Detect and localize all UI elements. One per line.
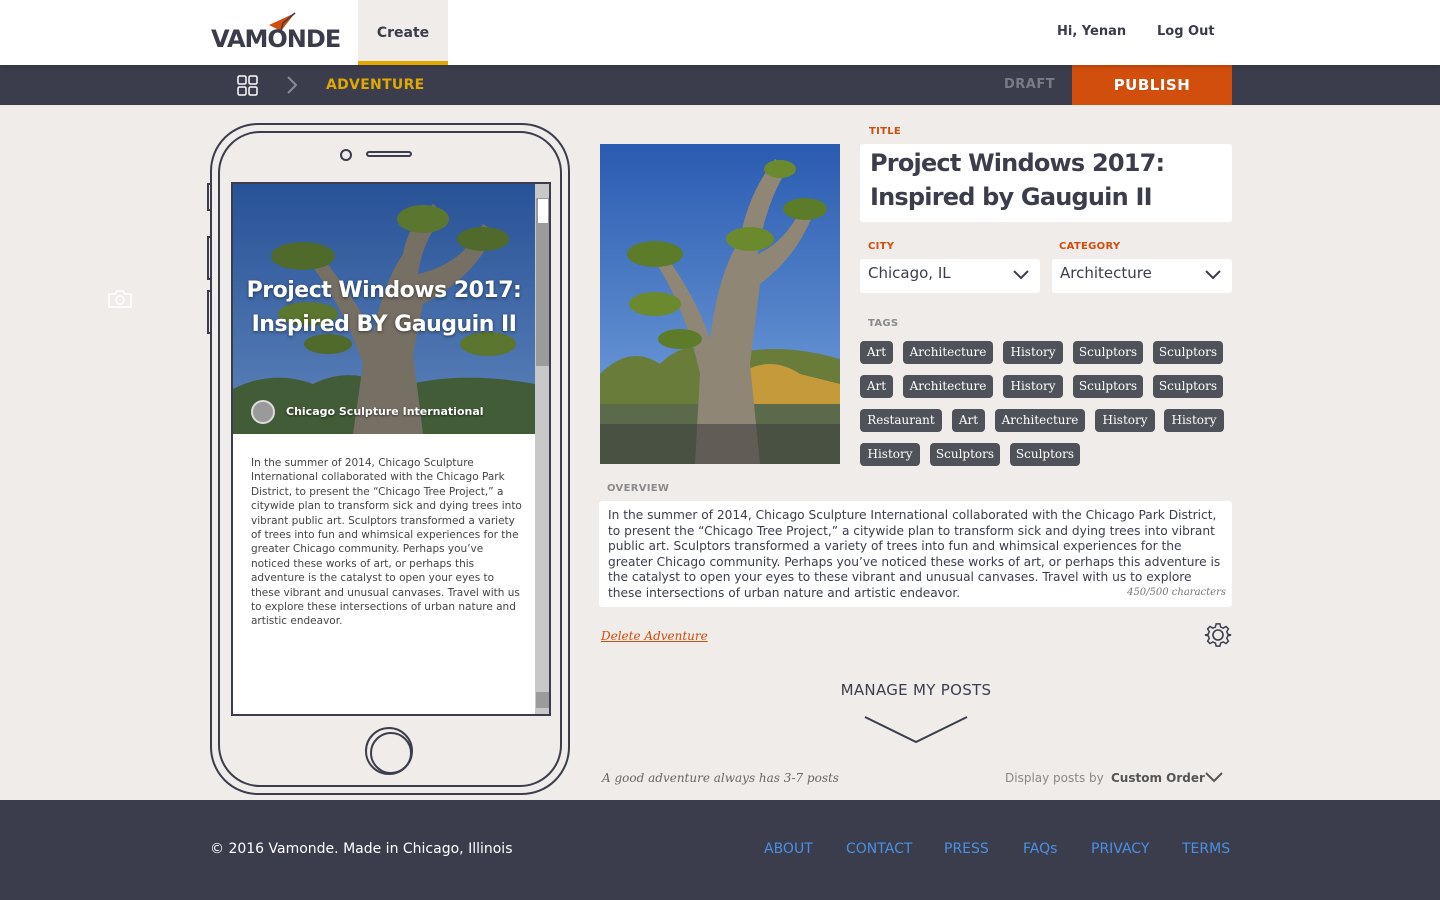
preview-scrollbar[interactable] [535,184,549,714]
char-count: 450/500 characters [1127,587,1226,599]
logout-link[interactable]: Log Out [1157,24,1215,39]
tag-chip[interactable]: Sculptors [1153,341,1223,364]
chevron-down-icon [1205,270,1221,280]
preview-author: Chicago Sculpture International [286,405,484,418]
tag-chip[interactable]: History [860,443,920,466]
footer-link-contact[interactable]: CONTACT [846,841,912,857]
footer-link-faqs[interactable]: FAQs [1023,841,1057,857]
tag-chip[interactable]: Sculptors [1073,341,1143,364]
vamonde-logo[interactable]: VAMONDE [211,11,341,53]
delete-adventure-link[interactable]: Delete Adventure [601,629,708,643]
footer-link-press[interactable]: PRESS [944,841,989,857]
tag-chip[interactable]: History [1003,341,1063,364]
scrollbar-thumb[interactable] [536,198,549,366]
cover-image[interactable] [600,144,840,464]
tag-chip[interactable]: Sculptors [1073,375,1143,398]
footer: © 2016 Vamonde. Made in Chicago, Illinoi… [0,800,1440,900]
phone-camera [340,149,352,161]
phone-screen-preview[interactable]: Project Windows 2017: Inspired BY Gaugui… [231,182,551,716]
tag-chip[interactable]: Architecture [903,375,993,398]
display-posts-label: Display posts by [1005,771,1104,785]
overview-label: OVERVIEW [607,483,670,494]
grid-icon[interactable] [237,75,258,96]
camera-icon[interactable] [107,289,133,309]
phone-speaker [366,151,412,157]
author-avatar [251,400,275,424]
tag-chip[interactable]: Sculptors [1010,443,1080,466]
scrollbar-up[interactable] [538,199,548,223]
footer-link-terms[interactable]: TERMS [1182,841,1230,857]
tag-chip[interactable]: Restaurant [860,409,942,432]
user-greeting[interactable]: Hi, Yenan [1057,24,1126,39]
city-select[interactable]: Chicago, IL [860,259,1040,293]
city-label: CITY [868,241,895,252]
display-posts-select[interactable]: Custom Order [1111,771,1205,785]
chevron-right-icon [287,76,298,94]
publish-button[interactable]: PUBLISH [1072,65,1232,105]
posts-hint: A good adventure always has 3-7 posts [602,771,839,785]
logo-text: VAMONDE [211,25,341,53]
tab-create[interactable]: Create [358,0,448,65]
cover-photo-bar[interactable] [600,424,840,464]
tag-chip[interactable]: Art [952,409,985,432]
tag-chip[interactable]: History [1095,409,1155,432]
phone-home-button [365,727,413,775]
manage-posts-heading[interactable]: MANAGE MY POSTS [800,681,1032,699]
category-select[interactable]: Architecture [1052,259,1232,293]
draft-status[interactable]: DRAFT [1004,77,1055,92]
tag-chip[interactable]: Sculptors [930,443,1000,466]
category-label: CATEGORY [1059,241,1121,252]
title-label: TITLE [869,126,902,137]
chevron-down-icon[interactable] [864,715,968,745]
copyright-text: © 2016 Vamonde. Made in Chicago, Illinoi… [210,841,513,857]
preview-title: Project Windows 2017: Inspired BY Gaugui… [246,278,522,337]
tag-chip[interactable]: Art [860,375,893,398]
breadcrumb-adventure[interactable]: ADVENTURE [326,77,425,93]
footer-link-privacy[interactable]: PRIVACY [1091,841,1149,857]
overview-textarea[interactable]: In the summer of 2014, Chicago Sculpture… [599,501,1232,607]
tag-chip[interactable]: Architecture [995,409,1085,432]
preview-body-text: In the summer of 2014, Chicago Sculpture… [251,457,522,628]
title-input[interactable]: Project Windows 2017: Inspired by Gaugui… [860,144,1232,222]
category-value: Architecture [1060,264,1152,282]
editor-toolbar: ADVENTURE DRAFT PUBLISH [0,65,1440,105]
tags-label: TAGS [868,318,899,329]
tag-chip[interactable]: Sculptors [1153,375,1223,398]
top-nav-bar: VAMONDE Create Hi, Yenan Log Out [0,0,1440,65]
scrollbar-down[interactable] [536,692,549,708]
city-value: Chicago, IL [868,264,951,282]
chevron-down-icon [1013,270,1029,280]
tag-chip[interactable]: Architecture [903,341,993,364]
cover-photo [600,144,840,464]
tag-chip[interactable]: Art [860,341,893,364]
footer-link-about[interactable]: ABOUT [764,841,813,857]
gear-icon[interactable] [1204,621,1232,649]
tag-chip[interactable]: History [1003,375,1063,398]
tag-chip[interactable]: History [1164,409,1224,432]
chevron-down-icon[interactable] [1205,772,1223,783]
